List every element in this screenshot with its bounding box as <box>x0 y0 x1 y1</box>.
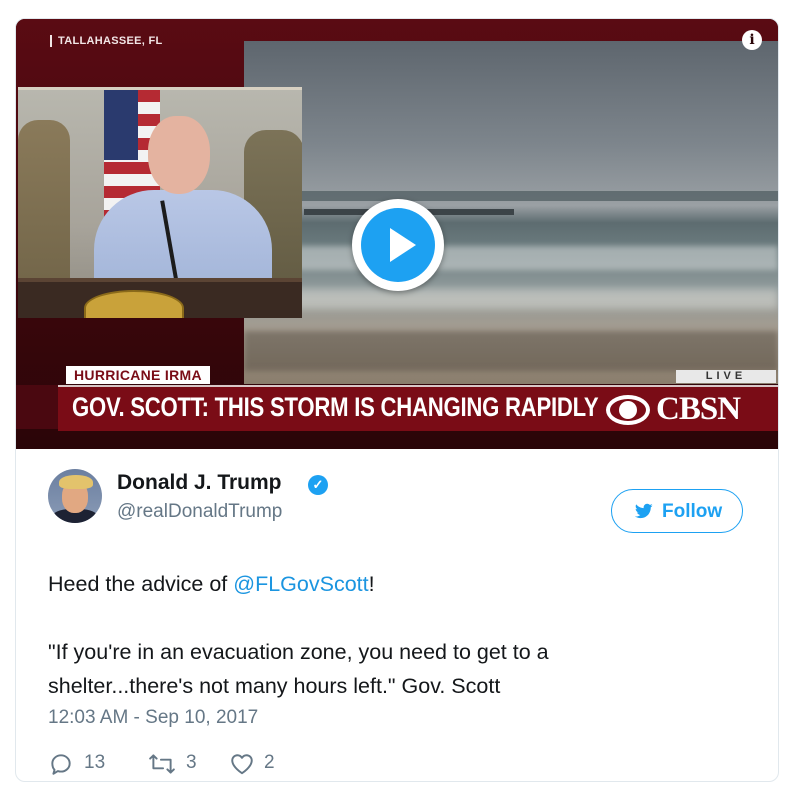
network-logo: CBSN <box>656 391 741 427</box>
retweet-icon <box>149 754 175 774</box>
banner-side <box>16 385 58 429</box>
like-button[interactable]: 2 <box>228 749 308 779</box>
timestamp-link[interactable]: 12:03 AM - Sep 10, 2017 <box>48 707 258 729</box>
twitter-bird-icon <box>634 503 653 519</box>
mention-link[interactable]: @FLGovScott <box>233 572 368 596</box>
tweet-quote-line-2: shelter...there's not many hours left." … <box>48 674 501 698</box>
reply-icon <box>51 754 71 775</box>
play-button[interactable] <box>352 199 444 291</box>
video-frame-beach <box>244 41 778 384</box>
like-count: 2 <box>264 752 275 773</box>
follow-button[interactable]: Follow <box>611 489 743 533</box>
reply-button[interactable]: 13 <box>48 749 128 779</box>
news-tag: HURRICANE IRMA <box>66 366 210 384</box>
headline-text: GOV. SCOTT: THIS STORM IS CHANGING RAPID… <box>72 392 599 422</box>
live-badge: LIVE <box>676 370 776 383</box>
tweet-text: Heed the advice of @FLGovScott! "If you'… <box>48 567 748 703</box>
retweet-count: 3 <box>186 752 197 773</box>
tweet-line-1: Heed the advice of @FLGovScott! <box>48 567 748 601</box>
location-label: TALLAHASSEE, FL <box>50 35 163 47</box>
reply-count: 13 <box>84 752 106 773</box>
avatar[interactable] <box>48 469 102 523</box>
tweet-text-suffix: ! <box>368 572 375 596</box>
follow-label: Follow <box>662 501 723 522</box>
tweet-quote-line-1: "If you're in an evacuation zone, you ne… <box>48 640 549 664</box>
author-handle[interactable]: @realDonaldTrump <box>117 501 282 523</box>
author-name[interactable]: Donald J. Trump <box>117 471 282 495</box>
tweet-content: Donald J. Trump ✓ @realDonaldTrump Follo… <box>16 449 778 781</box>
info-icon[interactable]: i <box>742 30 762 50</box>
play-icon <box>361 208 435 282</box>
heart-icon <box>231 754 253 775</box>
video-player[interactable]: TALLAHASSEE, FL i HURRICANE IRMA LIVE GO… <box>16 19 778 449</box>
retweet-button[interactable]: 3 <box>148 749 228 779</box>
tweet-text-prefix: Heed the advice of <box>48 572 234 596</box>
verified-badge-icon: ✓ <box>308 475 328 495</box>
video-frame-press-conference <box>18 87 302 318</box>
cbs-eye-logo-icon <box>606 395 650 425</box>
tweet-card: TALLAHASSEE, FL i HURRICANE IRMA LIVE GO… <box>15 18 779 782</box>
